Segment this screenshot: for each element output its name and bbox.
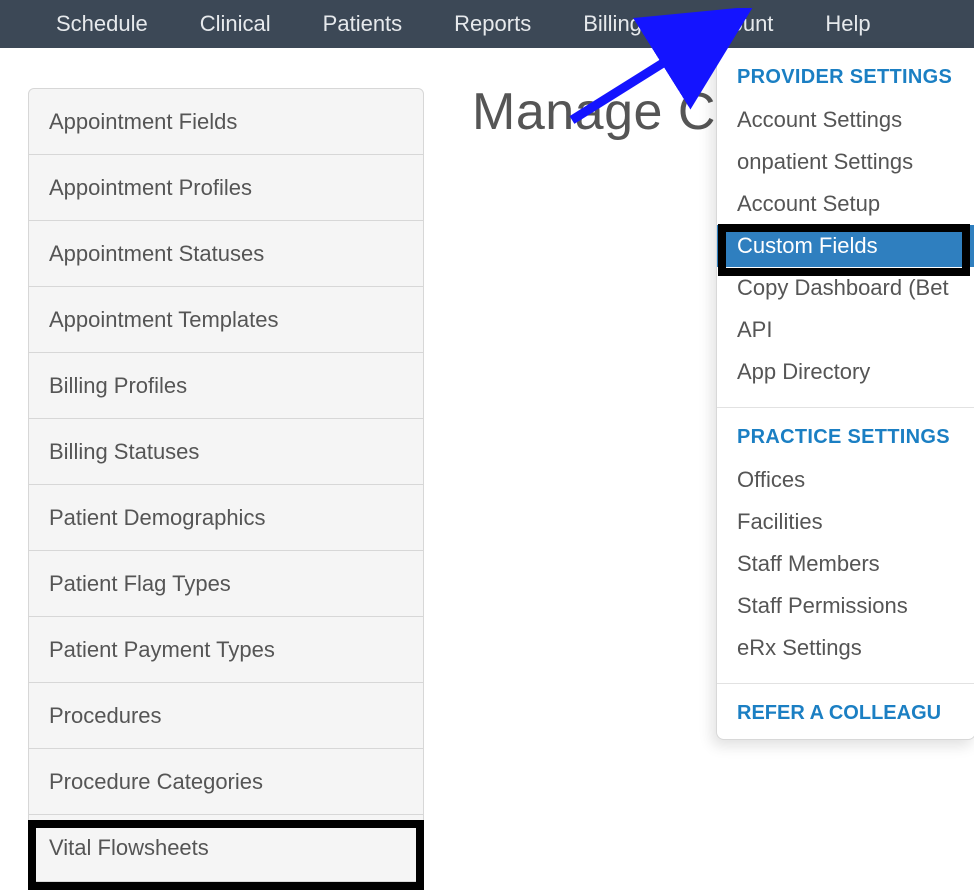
dropdown-header-provider-settings: PROVIDER SETTINGS (717, 48, 974, 99)
top-nav: Schedule Clinical Patients Reports Billi… (0, 0, 974, 48)
sidebar-item-billing-profiles[interactable]: Billing Profiles (29, 353, 423, 419)
dropdown-refer-colleague[interactable]: REFER A COLLEAGU (717, 684, 974, 725)
account-dropdown: PROVIDER SETTINGS Account Settings onpat… (716, 48, 974, 740)
sidebar-item-procedures[interactable]: Procedures (29, 683, 423, 749)
dropdown-item-api[interactable]: API (717, 309, 974, 351)
dropdown-item-offices[interactable]: Offices (717, 459, 974, 501)
sidebar-item-billing-statuses[interactable]: Billing Statuses (29, 419, 423, 485)
page-title: Manage C (472, 82, 716, 142)
sidebar-item-patient-payment-types[interactable]: Patient Payment Types (29, 617, 423, 683)
sidebar-item-appointment-profiles[interactable]: Appointment Profiles (29, 155, 423, 221)
nav-clinical[interactable]: Clinical (174, 0, 297, 48)
nav-billing[interactable]: Billing (557, 0, 668, 48)
nav-schedule[interactable]: Schedule (30, 0, 174, 48)
dropdown-item-app-directory[interactable]: App Directory (717, 351, 974, 393)
sidebar-item-appointment-templates[interactable]: Appointment Templates (29, 287, 423, 353)
dropdown-item-custom-fields[interactable]: Custom Fields (717, 225, 974, 267)
dropdown-item-facilities[interactable]: Facilities (717, 501, 974, 543)
nav-patients[interactable]: Patients (297, 0, 429, 48)
sidebar-item-patient-demographics[interactable]: Patient Demographics (29, 485, 423, 551)
sidebar-item-procedure-categories[interactable]: Procedure Categories (29, 749, 423, 815)
sidebar-item-appointment-statuses[interactable]: Appointment Statuses (29, 221, 423, 287)
dropdown-item-onpatient-settings[interactable]: onpatient Settings (717, 141, 974, 183)
dropdown-item-copy-dashboard[interactable]: Copy Dashboard (Bet (717, 267, 974, 309)
dropdown-item-erx-settings[interactable]: eRx Settings (717, 627, 974, 669)
custom-fields-sidebar: Appointment Fields Appointment Profiles … (28, 88, 424, 882)
sidebar-item-patient-flag-types[interactable]: Patient Flag Types (29, 551, 423, 617)
sidebar-item-appointment-fields[interactable]: Appointment Fields (29, 89, 423, 155)
dropdown-item-staff-members[interactable]: Staff Members (717, 543, 974, 585)
nav-help[interactable]: Help (799, 0, 896, 48)
nav-account[interactable]: Account (668, 0, 800, 48)
dropdown-header-practice-settings: PRACTICE SETTINGS (717, 408, 974, 459)
sidebar-item-vital-flowsheets[interactable]: Vital Flowsheets (29, 815, 423, 881)
dropdown-item-staff-permissions[interactable]: Staff Permissions (717, 585, 974, 627)
nav-reports[interactable]: Reports (428, 0, 557, 48)
dropdown-item-account-settings[interactable]: Account Settings (717, 99, 974, 141)
dropdown-item-account-setup[interactable]: Account Setup (717, 183, 974, 225)
